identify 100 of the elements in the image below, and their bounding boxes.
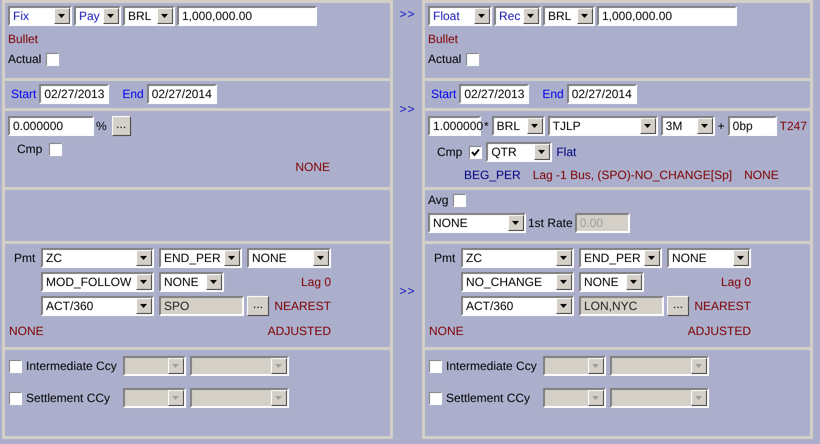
caret-icon <box>271 358 287 374</box>
frequency-dropdown[interactable]: ZC <box>461 248 574 268</box>
roll-dropdown[interactable]: NONE <box>667 248 751 268</box>
currency-dropdown[interactable]: BRL <box>543 6 595 26</box>
start-date-field[interactable]: 02/27/2013 <box>39 84 110 104</box>
copy-link[interactable]: >> <box>399 284 416 298</box>
convention-dropdown[interactable]: MOD_FOLLOW <box>41 272 154 292</box>
caret-icon <box>474 8 490 24</box>
caret-icon <box>206 274 222 290</box>
caret-icon <box>626 274 642 290</box>
frequency-dropdown[interactable]: ZC <box>41 248 154 268</box>
fixing-label: Lag -1 Bus, (SPO)-NO_CHANGE[Sp] <box>532 168 732 182</box>
copy-link[interactable]: >> <box>399 7 416 21</box>
caret-icon <box>556 274 572 290</box>
percent-label: % <box>96 119 107 133</box>
average-label: Avg <box>428 193 448 207</box>
caret-icon <box>556 250 572 266</box>
caret-icon <box>556 298 572 314</box>
direction-dropdown[interactable]: Rec <box>494 6 541 26</box>
currency-label: Intermediate Ccy <box>25 359 118 373</box>
caret-icon <box>136 274 152 290</box>
direction-dropdown[interactable]: Pay <box>74 6 121 26</box>
currency-label: Settlement CCy <box>445 391 532 405</box>
adjust-dropdown[interactable]: NONE <box>159 272 224 292</box>
calendar-button[interactable]: ... <box>247 296 269 316</box>
currency-label: Intermediate Ccy <box>445 359 538 373</box>
end-date-field[interactable]: 02/27/2014 <box>566 84 637 104</box>
notional-field[interactable]: 1,000,000.00 <box>177 6 317 26</box>
lag-label: Lag 0 <box>300 275 331 289</box>
compounding-label: Cmp <box>437 145 462 159</box>
caret-icon <box>733 250 749 266</box>
adjust-dropdown[interactable]: NONE <box>579 272 644 292</box>
timing-dropdown[interactable]: END_PER <box>579 248 662 268</box>
first-rate-label: 1st Rate <box>528 216 573 230</box>
copy-link[interactable]: >> <box>399 102 416 116</box>
browse-button[interactable]: ... <box>112 116 131 136</box>
status-label: NONE <box>744 168 779 182</box>
checkbox[interactable] <box>9 360 22 372</box>
checkbox[interactable] <box>429 392 442 404</box>
reset-label: BEG_PER <box>464 168 521 182</box>
times-label: * <box>484 119 489 133</box>
rate-field[interactable]: 0.000000 <box>8 116 94 136</box>
type-dropdown[interactable]: Fix <box>8 6 72 26</box>
caret-icon <box>644 250 660 266</box>
rounding-label: NEAREST <box>274 299 331 313</box>
caret-icon <box>224 250 240 266</box>
average-dropdown[interactable]: NONE <box>428 213 526 233</box>
caret-icon <box>103 8 119 24</box>
multiplier-field[interactable]: 1.000000 <box>428 116 481 136</box>
actual-label: Actual <box>8 52 42 66</box>
caret-icon <box>526 118 543 134</box>
start-label: Start <box>431 87 456 101</box>
day-count-dropdown[interactable]: ACT/360 <box>461 296 574 316</box>
checkbox[interactable] <box>9 392 22 404</box>
tenor-dropdown[interactable]: 3M <box>660 116 715 136</box>
status-label: NONE <box>295 160 330 174</box>
day-count-dropdown[interactable]: ACT/360 <box>41 296 154 316</box>
caret-icon <box>136 298 152 314</box>
accrual-label: ADJUSTED <box>266 324 331 338</box>
checkbox[interactable] <box>469 146 482 158</box>
convention-dropdown[interactable]: NO_CHANGE <box>461 272 574 292</box>
caret-icon <box>136 250 152 266</box>
method-label: Flat <box>556 145 576 159</box>
caret-icon <box>523 8 539 24</box>
caret-icon <box>54 8 70 24</box>
calendar-button[interactable]: ... <box>667 296 689 316</box>
checkbox[interactable] <box>46 52 60 66</box>
checkbox[interactable] <box>466 52 480 66</box>
currency-dropdown[interactable]: BRL <box>123 6 175 26</box>
caret-icon <box>691 390 707 406</box>
amortization-label: Bullet <box>8 32 38 46</box>
plus-label: + <box>718 119 725 133</box>
end-date-field[interactable]: 02/27/2014 <box>146 84 217 104</box>
currency-label: Settlement CCy <box>25 391 112 405</box>
notional-field[interactable]: 1,000,000.00 <box>597 6 737 26</box>
stub-label: NONE <box>429 324 465 338</box>
caret-icon <box>534 144 550 160</box>
amortization-label: Bullet <box>428 32 458 46</box>
start-label: Start <box>11 87 36 101</box>
payment-label: Pmt <box>13 251 36 265</box>
checkbox[interactable] <box>429 360 442 372</box>
index-dropdown[interactable]: TJLP <box>548 116 658 136</box>
currency-dropdown[interactable]: BRL <box>492 116 545 136</box>
roll-dropdown[interactable]: NONE <box>247 248 331 268</box>
checkbox[interactable] <box>453 194 466 206</box>
checkbox[interactable] <box>49 142 62 156</box>
accrual-label: ADJUSTED <box>686 324 751 338</box>
lag-label: Lag 0 <box>720 275 751 289</box>
stub-label: NONE <box>9 324 45 338</box>
type-dropdown[interactable]: Float <box>428 6 492 26</box>
caret-icon <box>696 118 713 134</box>
frequency-dropdown[interactable]: QTR <box>486 142 552 162</box>
caret-icon <box>271 390 287 406</box>
timing-dropdown[interactable]: END_PER <box>159 248 242 268</box>
start-date-field[interactable]: 02/27/2013 <box>459 84 530 104</box>
caret-icon <box>588 390 604 406</box>
caret-icon <box>691 358 707 374</box>
spread-field[interactable]: 0bp <box>728 116 777 136</box>
caret-icon <box>168 390 184 406</box>
caret-icon <box>168 358 184 374</box>
